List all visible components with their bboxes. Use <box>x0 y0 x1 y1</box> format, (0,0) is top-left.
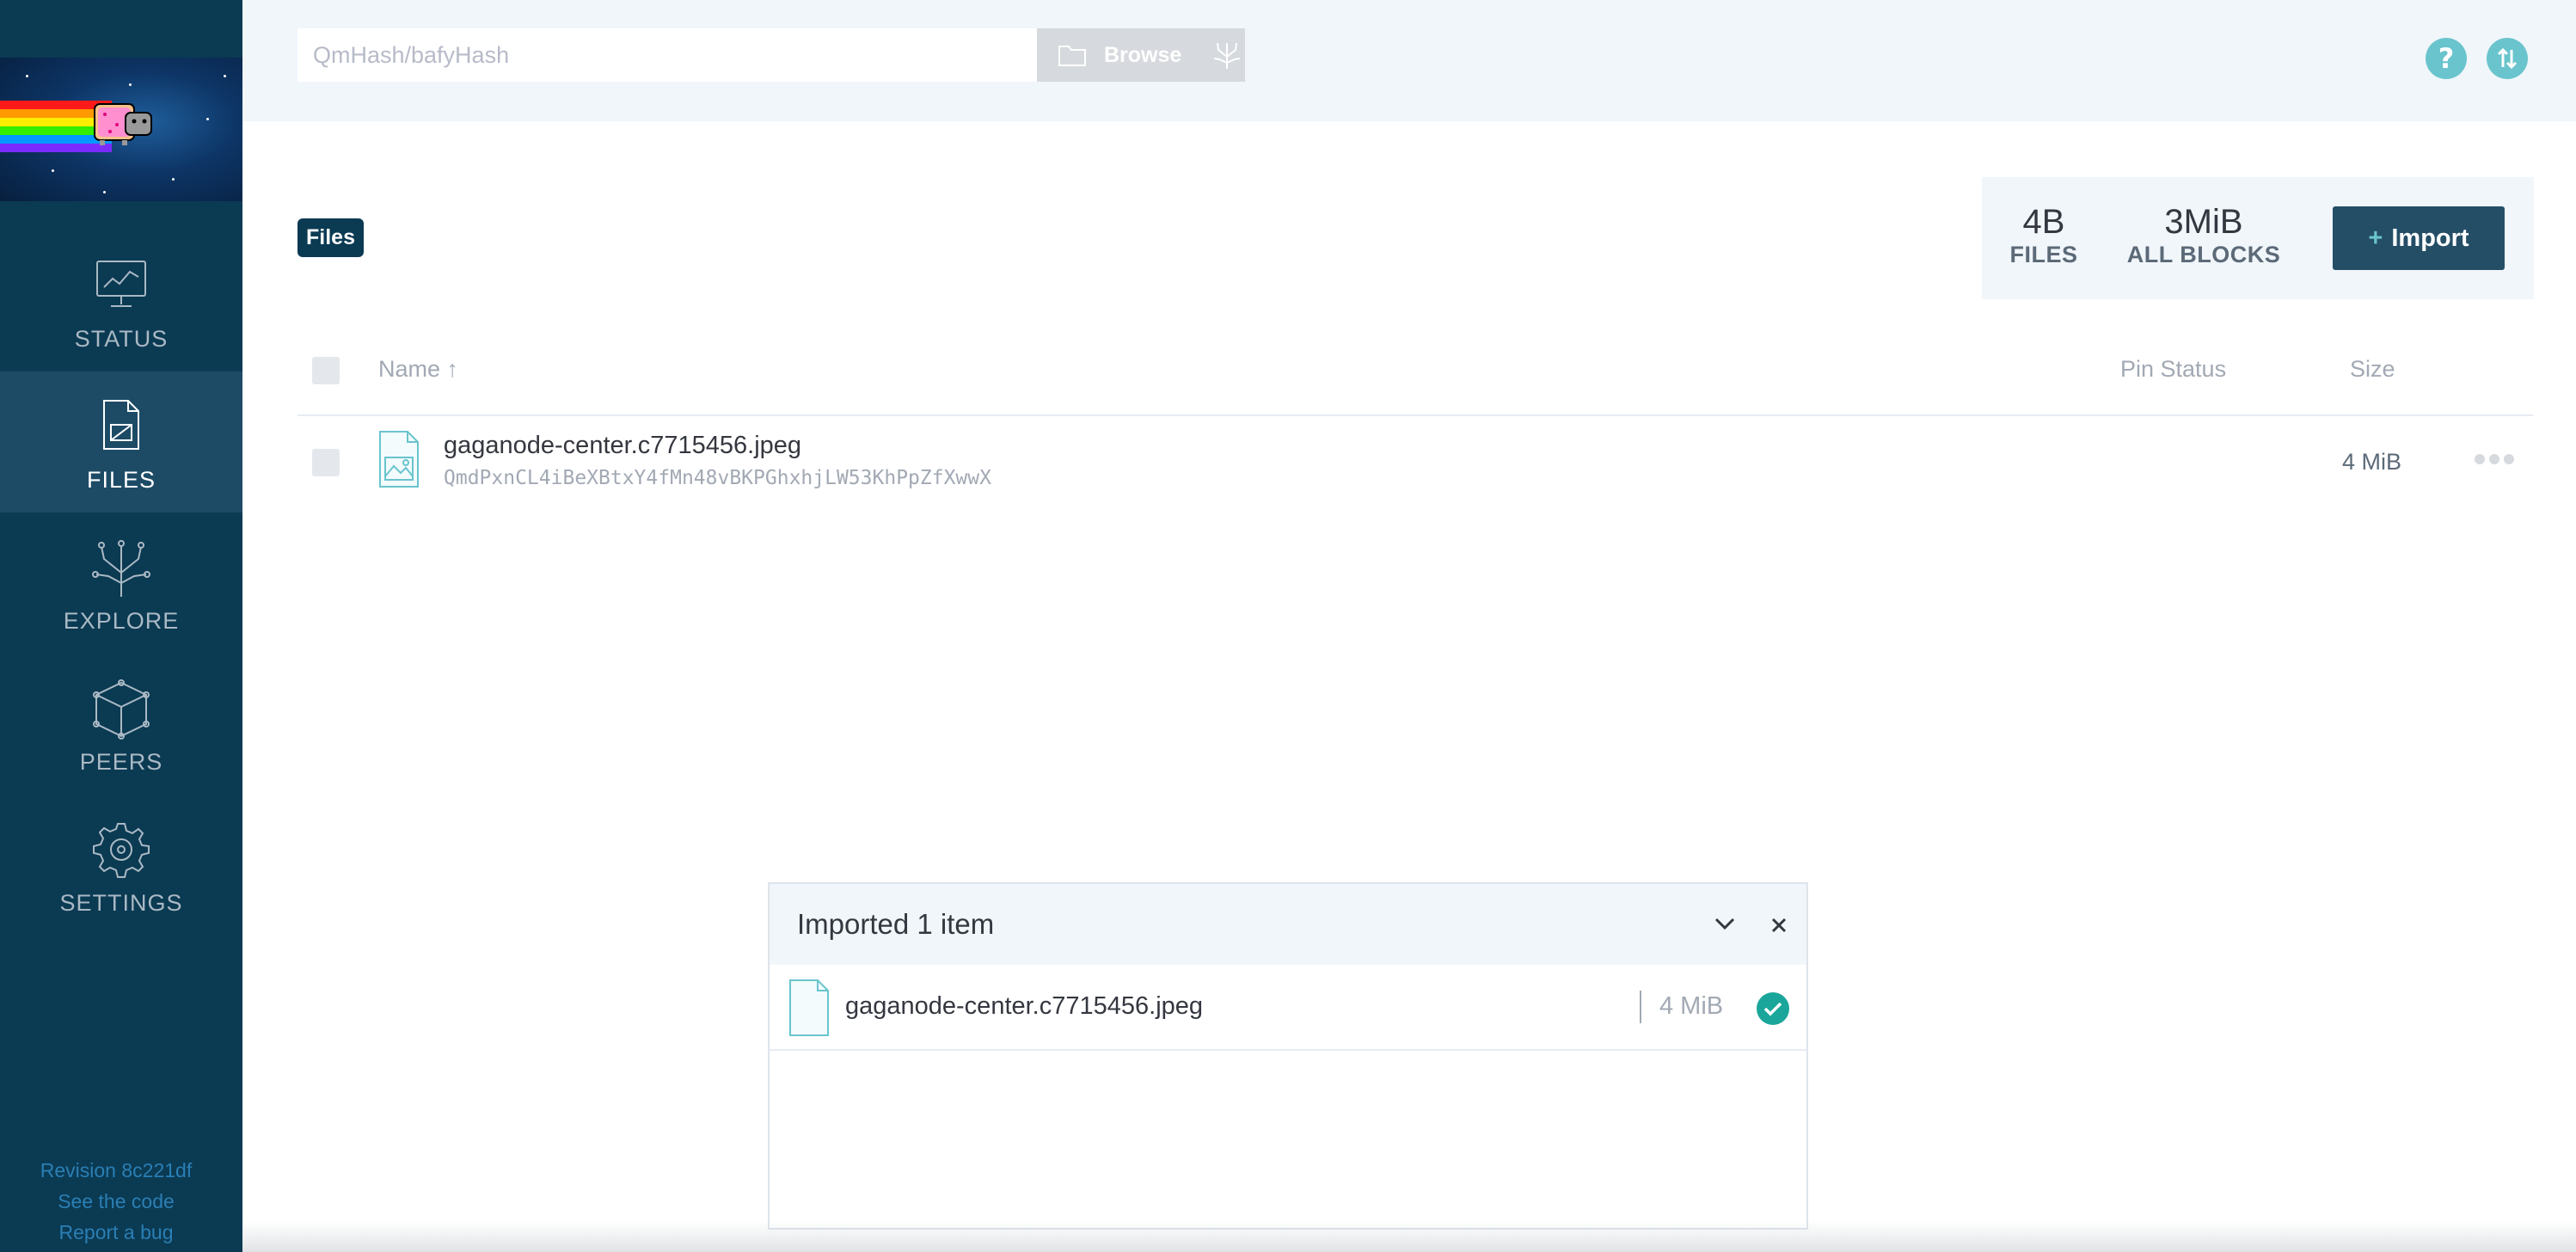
top-bar: QmHash/bafyHash Browse ? <box>242 0 2576 121</box>
blocks-stat-value: 3MiB <box>2164 203 2243 241</box>
plus-icon: + <box>2368 224 2383 252</box>
panel-title: Imported 1 item <box>797 908 995 940</box>
files-stat-label: FILES <box>2009 242 2078 267</box>
sidebar-item-explore[interactable]: EXPLORE <box>0 512 242 654</box>
search-input[interactable]: QmHash/bafyHash <box>297 28 1037 82</box>
sidebar-item-label: PEERS <box>79 749 163 775</box>
sidebar-item-label: STATUS <box>74 326 169 352</box>
pin-status-column-header: Pin Status <box>2120 356 2227 382</box>
name-column-header[interactable]: Name ↑ <box>378 356 458 383</box>
sidebar-item-peers[interactable]: PEERS <box>0 654 242 795</box>
image-file-icon <box>379 431 419 488</box>
bottom-shadow <box>242 1221 2576 1252</box>
blocks-stat: 3MiB ALL BLOCKS <box>2126 203 2281 268</box>
sidebar-item-status[interactable]: STATUS <box>0 230 242 371</box>
help-icon[interactable]: ? <box>2426 38 2467 79</box>
blocks-stat-label: ALL BLOCKS <box>2126 242 2281 267</box>
row-checkbox[interactable] <box>312 449 340 476</box>
success-check-icon <box>1757 992 1789 1025</box>
breadcrumb[interactable]: Files <box>297 218 364 257</box>
files-icon <box>103 400 139 450</box>
see-code-link[interactable]: See the code <box>0 1190 232 1213</box>
chevron-down-icon[interactable] <box>1714 915 1736 932</box>
divider <box>297 414 2533 416</box>
imported-file-size: 4 MiB <box>1659 992 1724 1020</box>
status-monitor-icon <box>96 261 146 307</box>
sidebar-item-files[interactable]: FILES <box>0 371 242 512</box>
sidebar: STATUS FILES EXPLORE PEERS SETTINGS Revi… <box>0 0 242 1252</box>
gear-icon <box>93 823 150 878</box>
panel-header[interactable]: Imported 1 item <box>770 884 1806 965</box>
report-bug-link[interactable]: Report a bug <box>0 1221 232 1244</box>
revision-text[interactable]: Revision 8c221df <box>0 1159 232 1182</box>
sidebar-item-label: EXPLORE <box>63 608 180 634</box>
folder-icon <box>1058 46 1086 66</box>
import-label: Import <box>2391 224 2469 252</box>
connection-arrows-icon[interactable] <box>2487 38 2528 79</box>
nyan-cat-logo[interactable] <box>0 58 242 201</box>
file-name[interactable]: gaganode-center.c7715456.jpeg <box>444 432 801 460</box>
file-icon <box>789 979 829 1036</box>
select-all-checkbox[interactable] <box>312 357 340 384</box>
peers-cube-icon <box>93 679 150 740</box>
files-stat-value: 4B <box>2022 203 2065 241</box>
file-size: 4 MiB <box>2342 449 2402 475</box>
import-button[interactable]: + Import <box>2333 206 2505 270</box>
list-item: gaganode-center.c7715456.jpeg 4 MiB <box>770 967 1806 1051</box>
close-icon[interactable] <box>1770 917 1788 934</box>
size-column-header[interactable]: Size <box>2350 356 2395 383</box>
sidebar-item-label: SETTINGS <box>59 890 183 916</box>
sidebar-item-label: FILES <box>86 467 156 493</box>
imported-file-name: gaganode-center.c7715456.jpeg <box>845 992 1204 1020</box>
explore-tree-icon <box>1214 42 1241 69</box>
explore-tree-icon <box>92 540 150 597</box>
files-stat: 4B FILES <box>2008 203 2080 268</box>
file-hash: QmdPxnCL4iBeXBtxY4fMn48vBKPGhxhjLW53KhPp… <box>444 467 991 489</box>
browse-label: Browse <box>1104 42 1182 67</box>
repo-stats: 4B FILES 3MiB ALL BLOCKS + Import <box>1982 177 2534 299</box>
more-options-icon[interactable] <box>2475 454 2514 464</box>
divider <box>1640 991 1641 1023</box>
import-status-panel: Imported 1 item gaganode-center.c7715456… <box>768 882 1808 1230</box>
browse-button[interactable]: Browse <box>1037 28 1245 82</box>
sidebar-item-settings[interactable]: SETTINGS <box>0 795 242 936</box>
